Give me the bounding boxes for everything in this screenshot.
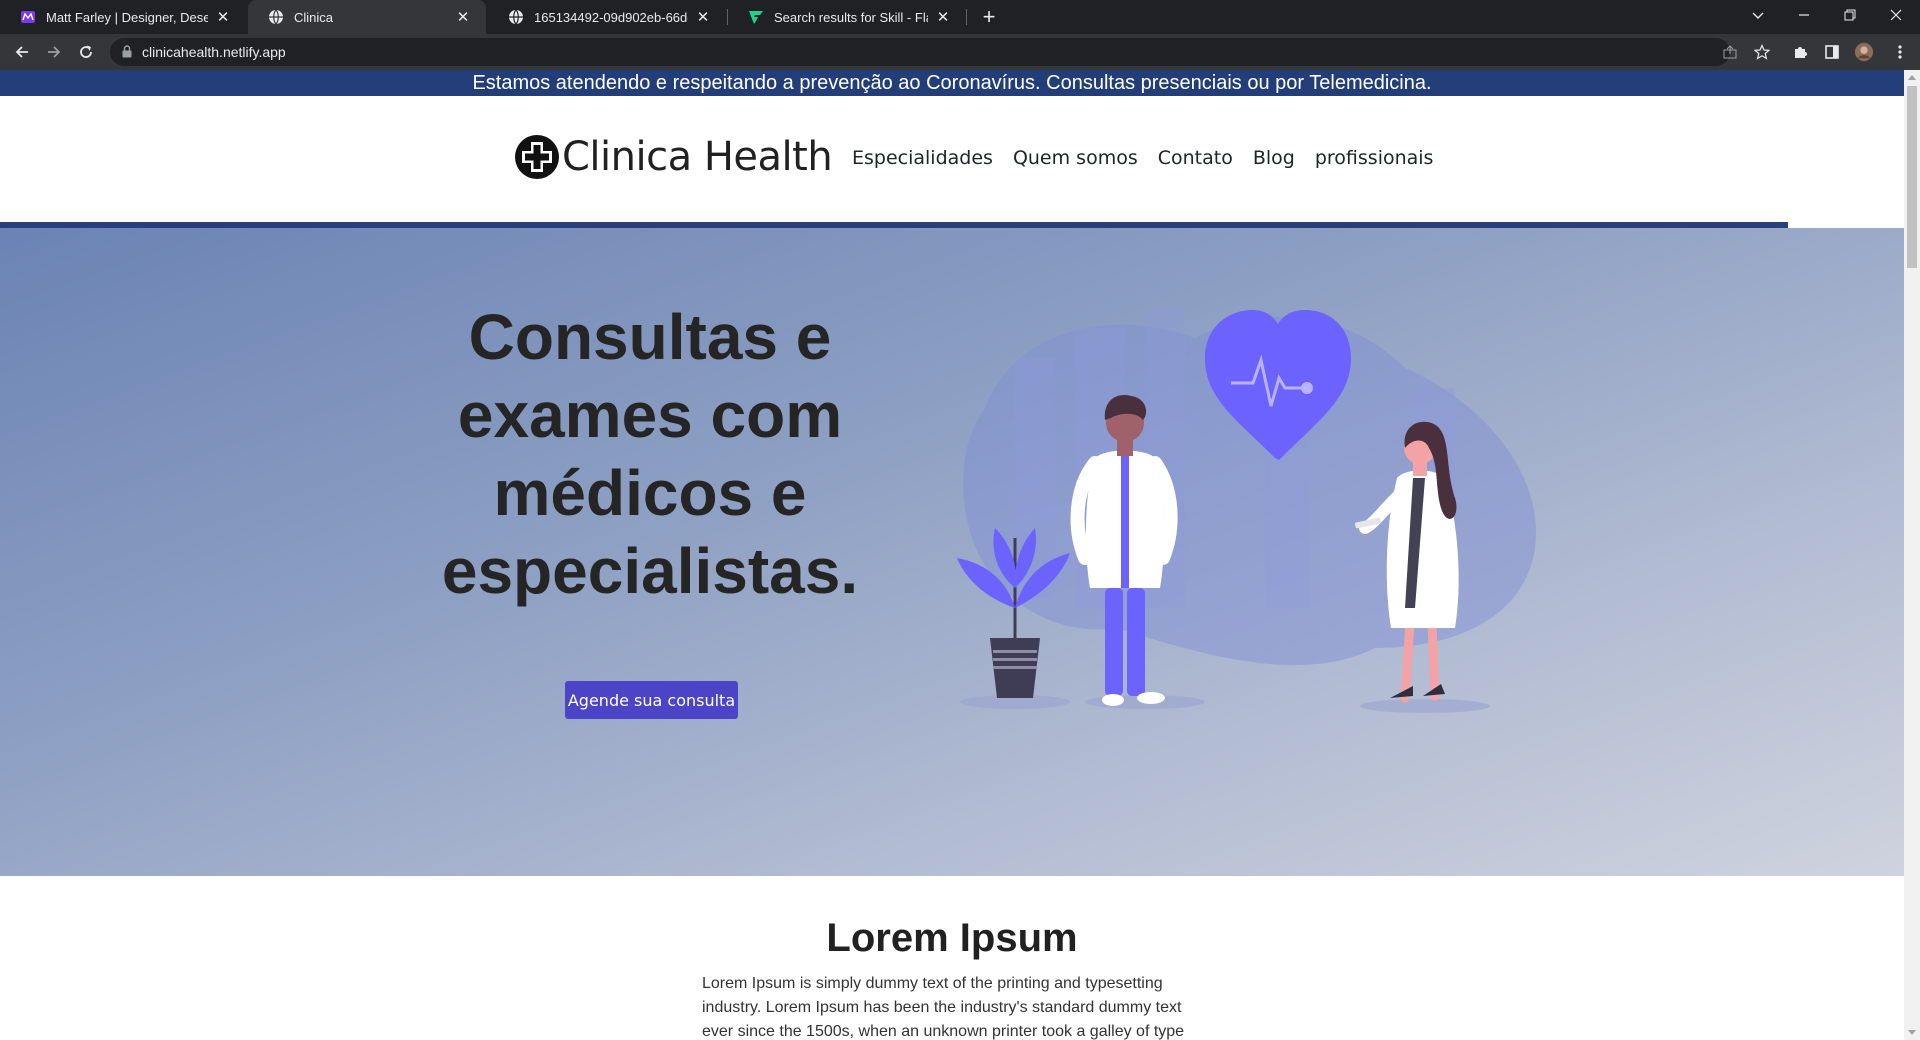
tab-title: Matt Farley | Designer, Desenvolvedor — [46, 9, 208, 25]
back-arrow-icon[interactable] — [8, 38, 36, 66]
bookmark-star-icon[interactable] — [1752, 42, 1772, 62]
scroll-up-arrow-icon[interactable] — [1908, 75, 1916, 80]
nav-link-quem-somos[interactable]: Quem somos — [1013, 147, 1138, 169]
share-icon[interactable] — [1720, 42, 1740, 62]
tab-image[interactable]: 165134492-09d902eb-66dc-452e ✕ — [488, 0, 726, 34]
tab-matt-farley[interactable]: Matt Farley | Designer, Desenvolvedor ✕ — [0, 0, 246, 34]
page-scrollbar[interactable] — [1904, 70, 1920, 1040]
side-panel-icon[interactable] — [1822, 42, 1842, 62]
covid-notice-banner: Estamos atendendo e respeitando a preven… — [0, 70, 1904, 96]
nav-link-especialidades[interactable]: Especialidades — [852, 147, 993, 169]
brand-name: Clinica Health — [562, 134, 833, 180]
forward-arrow-icon[interactable] — [40, 38, 68, 66]
medical-cross-icon — [515, 135, 559, 179]
tab-search-icon[interactable] — [1735, 0, 1781, 30]
tab-title: Search results for Skill - Flaticon — [774, 9, 928, 25]
extensions-puzzle-icon[interactable] — [1790, 42, 1810, 62]
url-text: clinicahealth.netlify.app — [142, 44, 286, 60]
site-logo[interactable]: Clinica Health — [514, 134, 833, 180]
profile-avatar-icon[interactable] — [1854, 42, 1874, 62]
main-nav: Especialidades Quem somos Contato Blog p… — [852, 147, 1433, 169]
nav-link-contato[interactable]: Contato — [1158, 147, 1233, 169]
close-window-icon[interactable] — [1873, 0, 1919, 30]
close-icon[interactable]: ✕ — [934, 8, 952, 26]
globe-icon — [268, 9, 284, 25]
address-bar[interactable]: clinicahealth.netlify.app — [110, 38, 1730, 66]
page-viewport: Estamos atendendo e respeitando a preven… — [0, 70, 1904, 1040]
tab-flaticon[interactable]: Search results for Skill - Flaticon ✕ — [728, 0, 966, 34]
scrollbar-thumb[interactable] — [1907, 86, 1917, 268]
site-header: Clinica Health Especialidades Quem somos… — [0, 96, 1904, 224]
scroll-down-arrow-icon[interactable] — [1908, 1030, 1916, 1035]
tab-title: 165134492-09d902eb-66dc-452e — [534, 9, 688, 25]
tab-separator — [966, 9, 967, 25]
tab-clinica[interactable]: Clinica ✕ — [248, 0, 486, 34]
nav-link-blog[interactable]: Blog — [1253, 147, 1295, 169]
lock-icon — [122, 45, 132, 63]
new-tab-button[interactable]: + — [977, 4, 1001, 29]
hero-section: Consultas e exames com médicos e especia… — [0, 228, 1904, 876]
flaticon-logo-icon — [748, 9, 764, 25]
doctors-illustration — [957, 308, 1536, 713]
browser-toolbar: clinicahealth.netlify.app — [0, 34, 1920, 70]
section-body-text: Lorem Ipsum is simply dummy text of the … — [702, 975, 1185, 1040]
close-icon[interactable]: ✕ — [214, 8, 232, 26]
close-icon[interactable]: ✕ — [694, 8, 712, 26]
hero-title: Consultas e exames com médicos e especia… — [441, 301, 859, 607]
minimize-icon[interactable] — [1781, 0, 1827, 30]
restore-icon[interactable] — [1827, 0, 1873, 30]
section-title: Lorem Ipsum — [826, 916, 1078, 960]
globe-icon — [508, 9, 524, 25]
tab-title: Clinica — [294, 9, 334, 25]
tab-strip: Matt Farley | Designer, Desenvolvedor ✕ … — [0, 0, 1920, 34]
nav-link-profissionais[interactable]: profissionais — [1315, 147, 1434, 169]
matt-farley-logo-icon — [20, 9, 36, 25]
close-icon[interactable]: ✕ — [454, 8, 472, 26]
reload-icon[interactable] — [72, 38, 100, 66]
book-appointment-button[interactable]: Agende sua consulta — [565, 681, 738, 719]
chrome-menu-icon[interactable] — [1890, 42, 1910, 62]
